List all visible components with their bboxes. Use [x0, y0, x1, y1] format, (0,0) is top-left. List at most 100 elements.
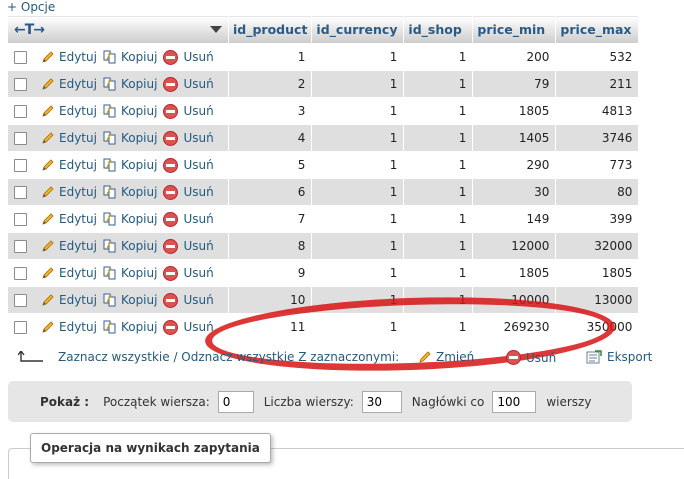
cell-id-currency[interactable]: 1	[311, 70, 405, 98]
cell-price-min[interactable]: 269230	[472, 313, 557, 341]
cell-price-min[interactable]: 12000	[472, 232, 557, 260]
column-header-price-min[interactable]: price_min	[472, 15, 557, 44]
row-checkbox[interactable]	[14, 266, 27, 280]
cell-price-max[interactable]: 4813	[555, 97, 640, 125]
headers-every-input[interactable]	[492, 390, 537, 413]
row-checkbox[interactable]	[14, 293, 27, 307]
delete-link[interactable]: Usuń	[163, 49, 214, 65]
cell-price-max[interactable]: 32000	[555, 232, 640, 260]
cell-id-shop[interactable]: 1	[403, 70, 474, 98]
cell-id-shop[interactable]: 1	[403, 313, 474, 341]
start-row-input[interactable]	[217, 390, 254, 413]
cell-id-product[interactable]: 9	[227, 259, 313, 287]
delete-link[interactable]: Usuń	[163, 319, 214, 335]
cell-id-currency[interactable]: 1	[311, 43, 405, 71]
delete-link[interactable]: Usuń	[163, 238, 214, 254]
bulk-delete-button[interactable]: Usuń	[506, 350, 556, 365]
column-header-price-max[interactable]: price_max	[555, 15, 640, 44]
copy-link[interactable]: Kopiuj	[103, 77, 157, 91]
cell-id-currency[interactable]: 1	[311, 232, 405, 260]
edit-link[interactable]: Edytuj	[41, 50, 97, 64]
copy-link[interactable]: Kopiuj	[103, 239, 157, 253]
cell-id-product[interactable]: 5	[227, 151, 313, 179]
cell-price-min[interactable]: 200	[472, 43, 557, 71]
cell-id-product[interactable]: 1	[227, 43, 313, 71]
cell-price-max[interactable]: 1805	[555, 259, 640, 287]
row-checkbox[interactable]	[14, 185, 27, 199]
row-checkbox[interactable]	[14, 158, 27, 172]
cell-id-shop[interactable]: 1	[403, 205, 474, 233]
edit-link[interactable]: Edytuj	[41, 158, 97, 172]
cell-id-currency[interactable]: 1	[311, 205, 405, 233]
cell-id-currency[interactable]: 1	[311, 151, 405, 179]
copy-link[interactable]: Kopiuj	[103, 158, 157, 172]
edit-link[interactable]: Edytuj	[41, 77, 97, 91]
cell-id-currency[interactable]: 1	[311, 178, 405, 206]
edit-link[interactable]: Edytuj	[41, 131, 97, 145]
cell-id-shop[interactable]: 1	[403, 286, 474, 314]
row-checkbox[interactable]	[14, 212, 27, 226]
rows-count-input[interactable]	[361, 390, 402, 413]
edit-link[interactable]: Edytuj	[41, 185, 97, 199]
cell-id-product[interactable]: 8	[227, 232, 313, 260]
options-link[interactable]: + Opcje	[7, 0, 55, 14]
edit-link[interactable]: Edytuj	[41, 293, 97, 307]
cell-id-currency[interactable]: 1	[311, 97, 405, 125]
row-checkbox[interactable]	[14, 104, 27, 118]
edit-link[interactable]: Edytuj	[41, 266, 97, 280]
cell-price-max[interactable]: 13000	[555, 286, 640, 314]
cell-id-shop[interactable]: 1	[403, 124, 474, 152]
cell-id-currency[interactable]: 1	[311, 313, 405, 341]
cell-id-shop[interactable]: 1	[403, 97, 474, 125]
cell-id-product[interactable]: 7	[227, 205, 313, 233]
row-checkbox[interactable]	[14, 77, 27, 91]
cell-id-product[interactable]: 4	[227, 124, 313, 152]
row-checkbox[interactable]	[14, 320, 27, 334]
cell-price-min[interactable]: 1405	[472, 124, 557, 152]
copy-link[interactable]: Kopiuj	[103, 185, 157, 199]
cell-price-min[interactable]: 79	[472, 70, 557, 98]
column-arrows-header[interactable]: ←T→	[7, 15, 229, 44]
cell-id-product[interactable]: 11	[227, 313, 313, 341]
edit-link[interactable]: Edytuj	[41, 320, 97, 334]
cell-price-min[interactable]: 10000	[472, 286, 557, 314]
cell-price-max[interactable]: 3746	[555, 124, 640, 152]
cell-id-shop[interactable]: 1	[403, 151, 474, 179]
delete-link[interactable]: Usuń	[163, 103, 214, 119]
cell-price-min[interactable]: 149	[472, 205, 557, 233]
copy-link[interactable]: Kopiuj	[103, 50, 157, 64]
cell-price-max[interactable]: 532	[555, 43, 640, 71]
delete-link[interactable]: Usuń	[163, 184, 214, 200]
row-checkbox[interactable]	[14, 50, 27, 64]
sort-dropdown-icon[interactable]	[210, 26, 222, 33]
cell-price-min[interactable]: 1805	[472, 97, 557, 125]
delete-link[interactable]: Usuń	[163, 265, 214, 281]
cell-id-currency[interactable]: 1	[311, 286, 405, 314]
cell-id-currency[interactable]: 1	[311, 124, 405, 152]
cell-price-max[interactable]: 773	[555, 151, 640, 179]
copy-link[interactable]: Kopiuj	[103, 293, 157, 307]
cell-price-max[interactable]: 350000	[555, 313, 640, 341]
column-header-id-currency[interactable]: id_currency	[311, 15, 405, 44]
delete-link[interactable]: Usuń	[163, 76, 214, 92]
cell-id-shop[interactable]: 1	[403, 259, 474, 287]
cell-id-product[interactable]: 10	[227, 286, 313, 314]
row-checkbox[interactable]	[14, 239, 27, 253]
check-all-link[interactable]: Zaznacz wszystkie / Odznacz wszystkie Z …	[58, 350, 399, 364]
copy-link[interactable]: Kopiuj	[103, 104, 157, 118]
cell-price-max[interactable]: 399	[555, 205, 640, 233]
copy-link[interactable]: Kopiuj	[103, 212, 157, 226]
cell-price-max[interactable]: 211	[555, 70, 640, 98]
cell-price-min[interactable]: 30	[472, 178, 557, 206]
cell-id-shop[interactable]: 1	[403, 178, 474, 206]
bulk-export-button[interactable]: Eksport	[586, 350, 652, 364]
delete-link[interactable]: Usuń	[163, 292, 214, 308]
edit-link[interactable]: Edytuj	[41, 239, 97, 253]
cell-price-min[interactable]: 1805	[472, 259, 557, 287]
edit-link[interactable]: Edytuj	[41, 104, 97, 118]
copy-link[interactable]: Kopiuj	[103, 320, 157, 334]
copy-link[interactable]: Kopiuj	[103, 131, 157, 145]
cell-id-shop[interactable]: 1	[403, 43, 474, 71]
row-checkbox[interactable]	[14, 131, 27, 145]
cell-id-product[interactable]: 2	[227, 70, 313, 98]
